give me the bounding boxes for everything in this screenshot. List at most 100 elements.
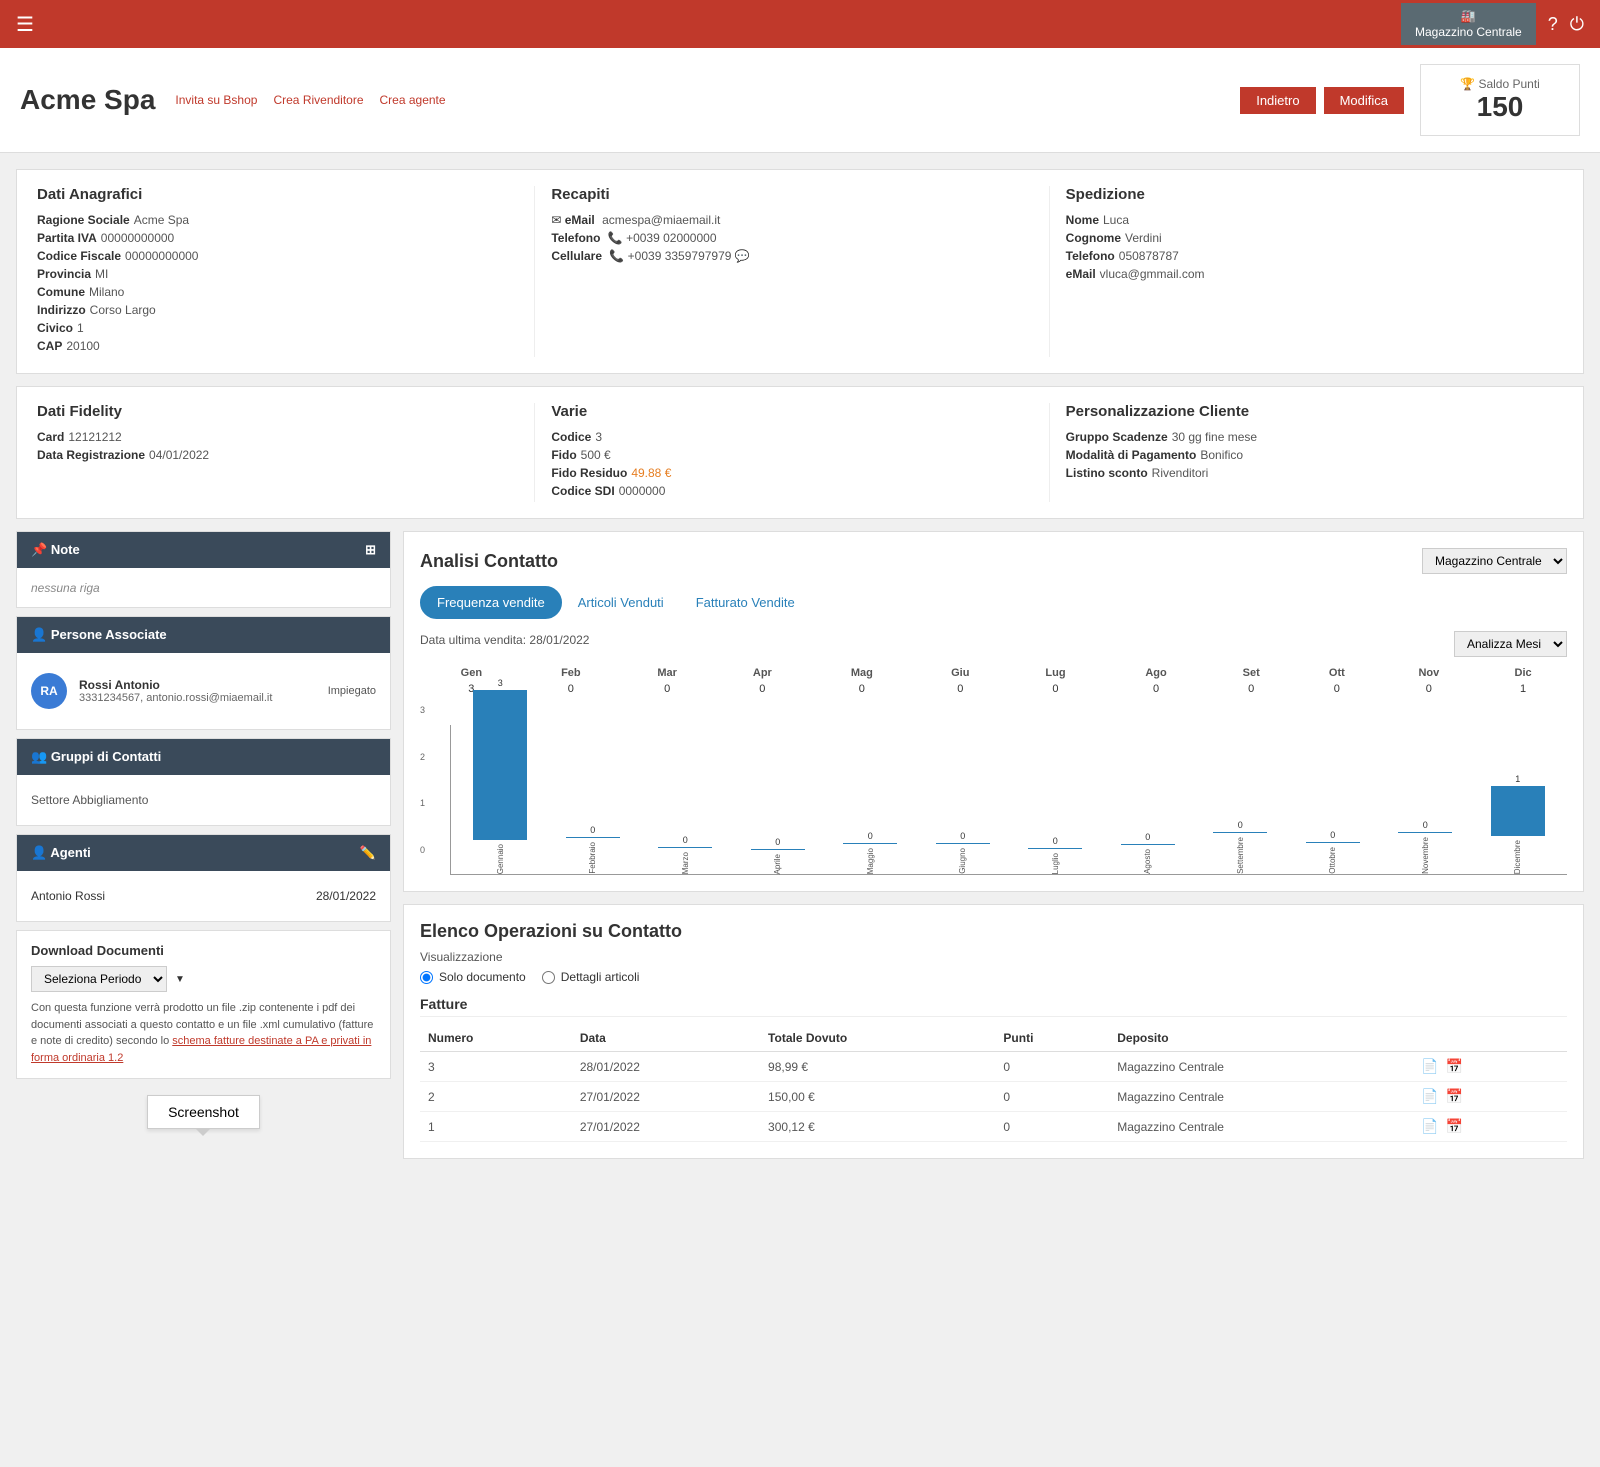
analisi-magazzino-select[interactable]: Magazzino Centrale [1422,548,1567,574]
person-item: RA Rossi Antonio 3331234567, antonio.ros… [31,665,376,717]
person-role: Impiegato [328,685,376,697]
visualizzazione-label: Visualizzazione [420,950,1567,964]
saldo-box: 🏆 Saldo Punti 150 [1420,64,1580,136]
partita-iva-label: Partita IVA [37,231,97,245]
month-lug: Lug [1006,665,1104,681]
cap-label: CAP [37,339,62,353]
magazzino-button[interactable]: 🏭 Magazzino Centrale [1401,3,1536,45]
tab-fatturato-vendite[interactable]: Fatturato Vendite [680,586,811,619]
cognome-value: Verdini [1125,231,1162,245]
radio-solo-label[interactable]: Solo documento [420,970,526,984]
bar-value-label: 0 [1145,832,1150,842]
edit-icon[interactable]: ✏️ [360,845,376,861]
bar-month-label: Gennaio [496,844,505,874]
cellulare-value: +0039 3359797979 [628,249,732,263]
ragione-sociale-value: Acme Spa [134,213,189,227]
bar-value-label: 0 [960,831,965,841]
codice-label: Codice [551,430,591,444]
cell-data: 28/01/2022 [572,1052,760,1082]
power-icon[interactable]: ⏻ [1570,14,1584,35]
calendar-icon[interactable]: 📅 [1446,1088,1463,1104]
screenshot-button[interactable]: Screenshot [147,1095,260,1129]
doc-icon[interactable]: 📄 [1421,1088,1438,1104]
agenti-header-label: 👤 Agenti [31,845,91,861]
crea-agente-link[interactable]: Crea agente [380,93,446,107]
help-icon[interactable]: ? [1548,14,1558,35]
tab-articoli-venduti[interactable]: Articoli Venduti [562,586,680,619]
dati-anagrafici-col: Dati Anagrafici Ragione SocialeAcme Spa … [37,186,534,357]
crea-rivenditore-link[interactable]: Crea Rivenditore [273,93,363,107]
indirizzo-label: Indirizzo [37,303,86,317]
note-card: 📌 Note ⊞ nessuna riga [16,531,391,608]
bar-fill [658,847,712,848]
fatture-title: Fatture [420,996,1567,1017]
calendar-icon[interactable]: 📅 [1446,1058,1463,1074]
group-item: Settore Abbigliamento [31,787,376,813]
bar-month-label: Dicembre [1513,840,1522,874]
radio-dettagli-label[interactable]: Dettagli articoli [542,970,640,984]
calendar-icon[interactable]: 📅 [1446,1118,1463,1134]
agenti-header[interactable]: 👤 Agenti ✏️ [17,835,390,871]
spedizione-col: Spedizione NomeLuca CognomeVerdini Telef… [1049,186,1563,357]
agenti-card: 👤 Agenti ✏️ Antonio Rossi 28/01/2022 [16,834,391,922]
y-axis: 3 2 1 0 [420,705,425,855]
codice-sdi-label: Codice SDI [551,484,614,498]
recapiti-col: Recapiti ✉ eMail acmespa@miaemail.it Tel… [534,186,1048,357]
ragione-sociale-label: Ragione Sociale [37,213,130,227]
saldo-value: 150 [1451,91,1549,123]
val-giu: 0 [914,681,1006,697]
info-sections-bottom: Dati Fidelity Card12121212 Data Registra… [16,386,1584,519]
col-numero: Numero [420,1025,572,1052]
topbar-right: 🏭 Magazzino Centrale ? ⏻ [1401,3,1584,45]
note-header[interactable]: 📌 Note ⊞ [17,532,390,568]
doc-icon[interactable]: 📄 [1421,1118,1438,1134]
val-ago: 0 [1105,681,1208,697]
cell-punti: 0 [995,1082,1109,1112]
header-links: Invita su Bshop Crea Rivenditore Crea ag… [175,93,445,107]
agent-name: Antonio Rossi [31,889,105,903]
invite-bshop-link[interactable]: Invita su Bshop [175,93,257,107]
warehouse-icon: 🏭 [1461,9,1476,23]
two-col-layout: 📌 Note ⊞ nessuna riga 👤 Persone Associat… [16,531,1584,1159]
phone-icon: 📞 [608,231,623,245]
back-button[interactable]: Indietro [1240,87,1315,114]
month-ott: Ott [1295,665,1378,681]
gruppi-header[interactable]: 👥 Gruppi di Contatti [17,739,390,775]
menu-icon[interactable]: ☰ [16,12,34,37]
bar-value-label: 3 [498,678,503,688]
month-table: Gen Feb Mar Apr Mag Giu Lug Ago Set Ott … [420,665,1567,697]
radio-solo-documento[interactable] [420,971,433,984]
bar-value-label: 0 [683,835,688,845]
civico-value: 1 [77,321,84,335]
sped-telefono-label: Telefono [1066,249,1115,263]
val-apr: 0 [715,681,809,697]
doc-icon[interactable]: 📄 [1421,1058,1438,1074]
dati-anagrafici-title: Dati Anagrafici [37,186,518,203]
note-add-icon[interactable]: ⊞ [365,542,376,558]
analisi-section: Analisi Contatto Magazzino Centrale Freq… [403,531,1584,892]
col-data: Data [572,1025,760,1052]
period-select[interactable]: Seleziona Periodo [31,966,167,992]
operazioni-section: Elenco Operazioni su Contatto Visualizza… [403,904,1584,1159]
y-label-2: 2 [420,752,425,762]
data-ultima-vendita: Data ultima vendita: 28/01/2022 [420,633,589,647]
bar-value-label: 0 [1053,836,1058,846]
bar-month-label: Aprile [773,854,782,874]
bar-fill [1398,832,1452,833]
analizza-mesi-select[interactable]: Analizza Mesi [1454,631,1567,657]
data-reg-label: Data Registrazione [37,448,145,462]
bar-fill [936,843,990,844]
modify-button[interactable]: Modifica [1324,87,1404,114]
bar-group: 0Aprile [733,837,824,874]
codice-fiscale-value: 00000000000 [125,249,198,263]
cell-punti: 0 [995,1112,1109,1142]
persone-header[interactable]: 👤 Persone Associate [17,617,390,653]
person-name: Rossi Antonio [79,678,316,692]
radio-dettagli-articoli[interactable] [542,971,555,984]
val-set: 0 [1207,681,1295,697]
page-title: Acme Spa [20,84,155,116]
tab-frequenza-vendite[interactable]: Frequenza vendite [420,586,562,619]
download-card: Download Documenti Seleziona Periodo ▼ C… [16,930,391,1079]
y-label-1: 1 [420,798,425,808]
person-icon: 👤 [31,627,47,642]
